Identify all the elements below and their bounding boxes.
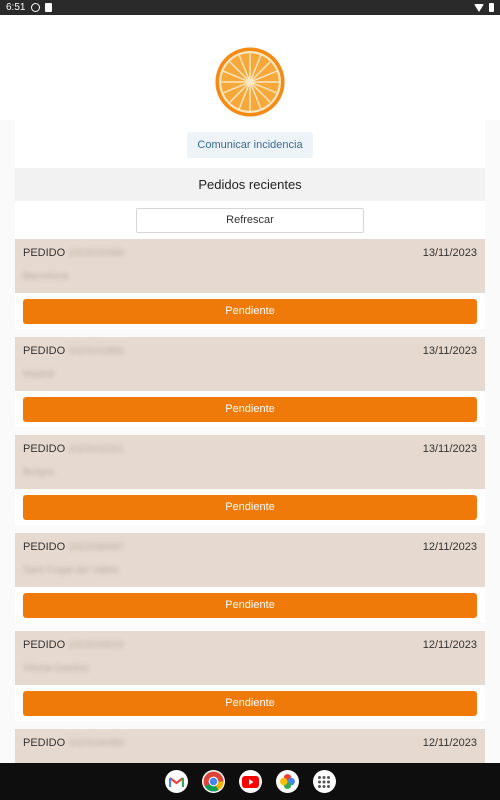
recent-orders-header: Pedidos recientes (15, 168, 485, 201)
order-card[interactable]: PEDIDO 1023102856 13/11/2023 Madrid Pend… (15, 337, 485, 427)
logo-area (0, 15, 500, 120)
order-id: 1023102089 (68, 247, 124, 259)
status-time: 6:51 (6, 2, 26, 13)
order-id: 1023103019 (68, 639, 124, 651)
order-prefix: PEDIDO (23, 247, 66, 259)
order-summary: PEDIDO 1021030097 12/11/2023 Sant Cugat … (15, 533, 485, 587)
order-city: Barcelona (23, 271, 69, 282)
order-summary: PEDIDO 1023102089 13/11/2023 Barcelona (15, 239, 485, 293)
order-card[interactable]: PEDIDO 1023103019 12/11/2023 Vitoria-Gas… (15, 631, 485, 721)
order-id: 1023102856 (68, 345, 124, 357)
order-actions: Pendiente (15, 587, 485, 623)
order-prefix: PEDIDO (23, 639, 66, 651)
order-label: PEDIDO 1023103019 (23, 639, 477, 651)
order-summary: PEDIDO 1023104480 12/11/2023 (15, 729, 485, 763)
order-date: 13/11/2023 (422, 443, 477, 455)
order-label: PEDIDO 1023104480 (23, 737, 477, 749)
order-city: Madrid (23, 369, 54, 380)
status-bar: 6:51 (0, 0, 500, 15)
order-card[interactable]: PEDIDO 1023104480 12/11/2023 (15, 729, 485, 763)
order-status-button[interactable]: Pendiente (23, 396, 477, 422)
photos-icon[interactable] (275, 770, 299, 793)
order-label: PEDIDO 1023102089 (23, 247, 477, 259)
order-actions: Pendiente (15, 391, 485, 427)
order-status-button[interactable]: Pendiente (23, 494, 477, 520)
order-id: 1023104480 (68, 737, 124, 749)
order-date: 12/11/2023 (422, 737, 477, 749)
order-summary: PEDIDO 1023102856 13/11/2023 Madrid (15, 337, 485, 391)
order-id: 1023102201 (68, 443, 124, 455)
order-status-button[interactable]: Pendiente (23, 298, 477, 324)
order-status-button[interactable]: Pendiente (23, 690, 477, 716)
app-drawer-icon[interactable] (312, 770, 336, 793)
order-status-button[interactable]: Pendiente (23, 592, 477, 618)
order-prefix: PEDIDO (23, 443, 66, 455)
order-label: PEDIDO 1023102856 (23, 345, 477, 357)
order-city: Burgos (23, 467, 55, 478)
order-prefix: PEDIDO (23, 541, 66, 553)
order-actions: Pendiente (15, 293, 485, 329)
incidence-section: Comunicar incidencia (15, 120, 485, 170)
order-card[interactable]: PEDIDO 1023102089 13/11/2023 Barcelona P… (15, 239, 485, 329)
refresh-section: Refrescar (15, 201, 485, 239)
order-date: 13/11/2023 (422, 345, 477, 357)
order-date: 12/11/2023 (422, 639, 477, 651)
orange-logo-icon (215, 47, 285, 117)
gmail-icon[interactable] (164, 770, 188, 793)
youtube-icon[interactable] (238, 770, 262, 793)
chrome-icon[interactable] (201, 770, 225, 793)
refresh-button[interactable]: Refrescar (136, 207, 364, 233)
wifi-icon (474, 3, 484, 12)
taskbar (0, 763, 500, 800)
report-incidence-button[interactable]: Comunicar incidencia (187, 132, 313, 158)
order-date: 13/11/2023 (422, 247, 477, 259)
order-prefix: PEDIDO (23, 345, 66, 357)
order-card[interactable]: PEDIDO 1023102201 13/11/2023 Burgos Pend… (15, 435, 485, 525)
order-actions: Pendiente (15, 685, 485, 721)
notification-icon (31, 3, 41, 12)
order-city: Sant Cugat del Vallès (23, 565, 119, 576)
order-date: 12/11/2023 (422, 541, 477, 553)
sd-card-icon (45, 3, 53, 12)
order-summary: PEDIDO 1023103019 12/11/2023 Vitoria-Gas… (15, 631, 485, 685)
order-city: Vitoria-Gasteiz (23, 663, 89, 674)
battery-icon (489, 3, 494, 12)
order-id: 1021030097 (68, 541, 124, 553)
order-label: PEDIDO 1023102201 (23, 443, 477, 455)
order-actions: Pendiente (15, 489, 485, 525)
section-title: Pedidos recientes (198, 177, 302, 192)
order-summary: PEDIDO 1023102201 13/11/2023 Burgos (15, 435, 485, 489)
app-content: Comunicar incidencia Pedidos recientes R… (0, 15, 500, 763)
order-prefix: PEDIDO (23, 737, 66, 749)
order-label: PEDIDO 1021030097 (23, 541, 477, 553)
order-card[interactable]: PEDIDO 1021030097 12/11/2023 Sant Cugat … (15, 533, 485, 623)
